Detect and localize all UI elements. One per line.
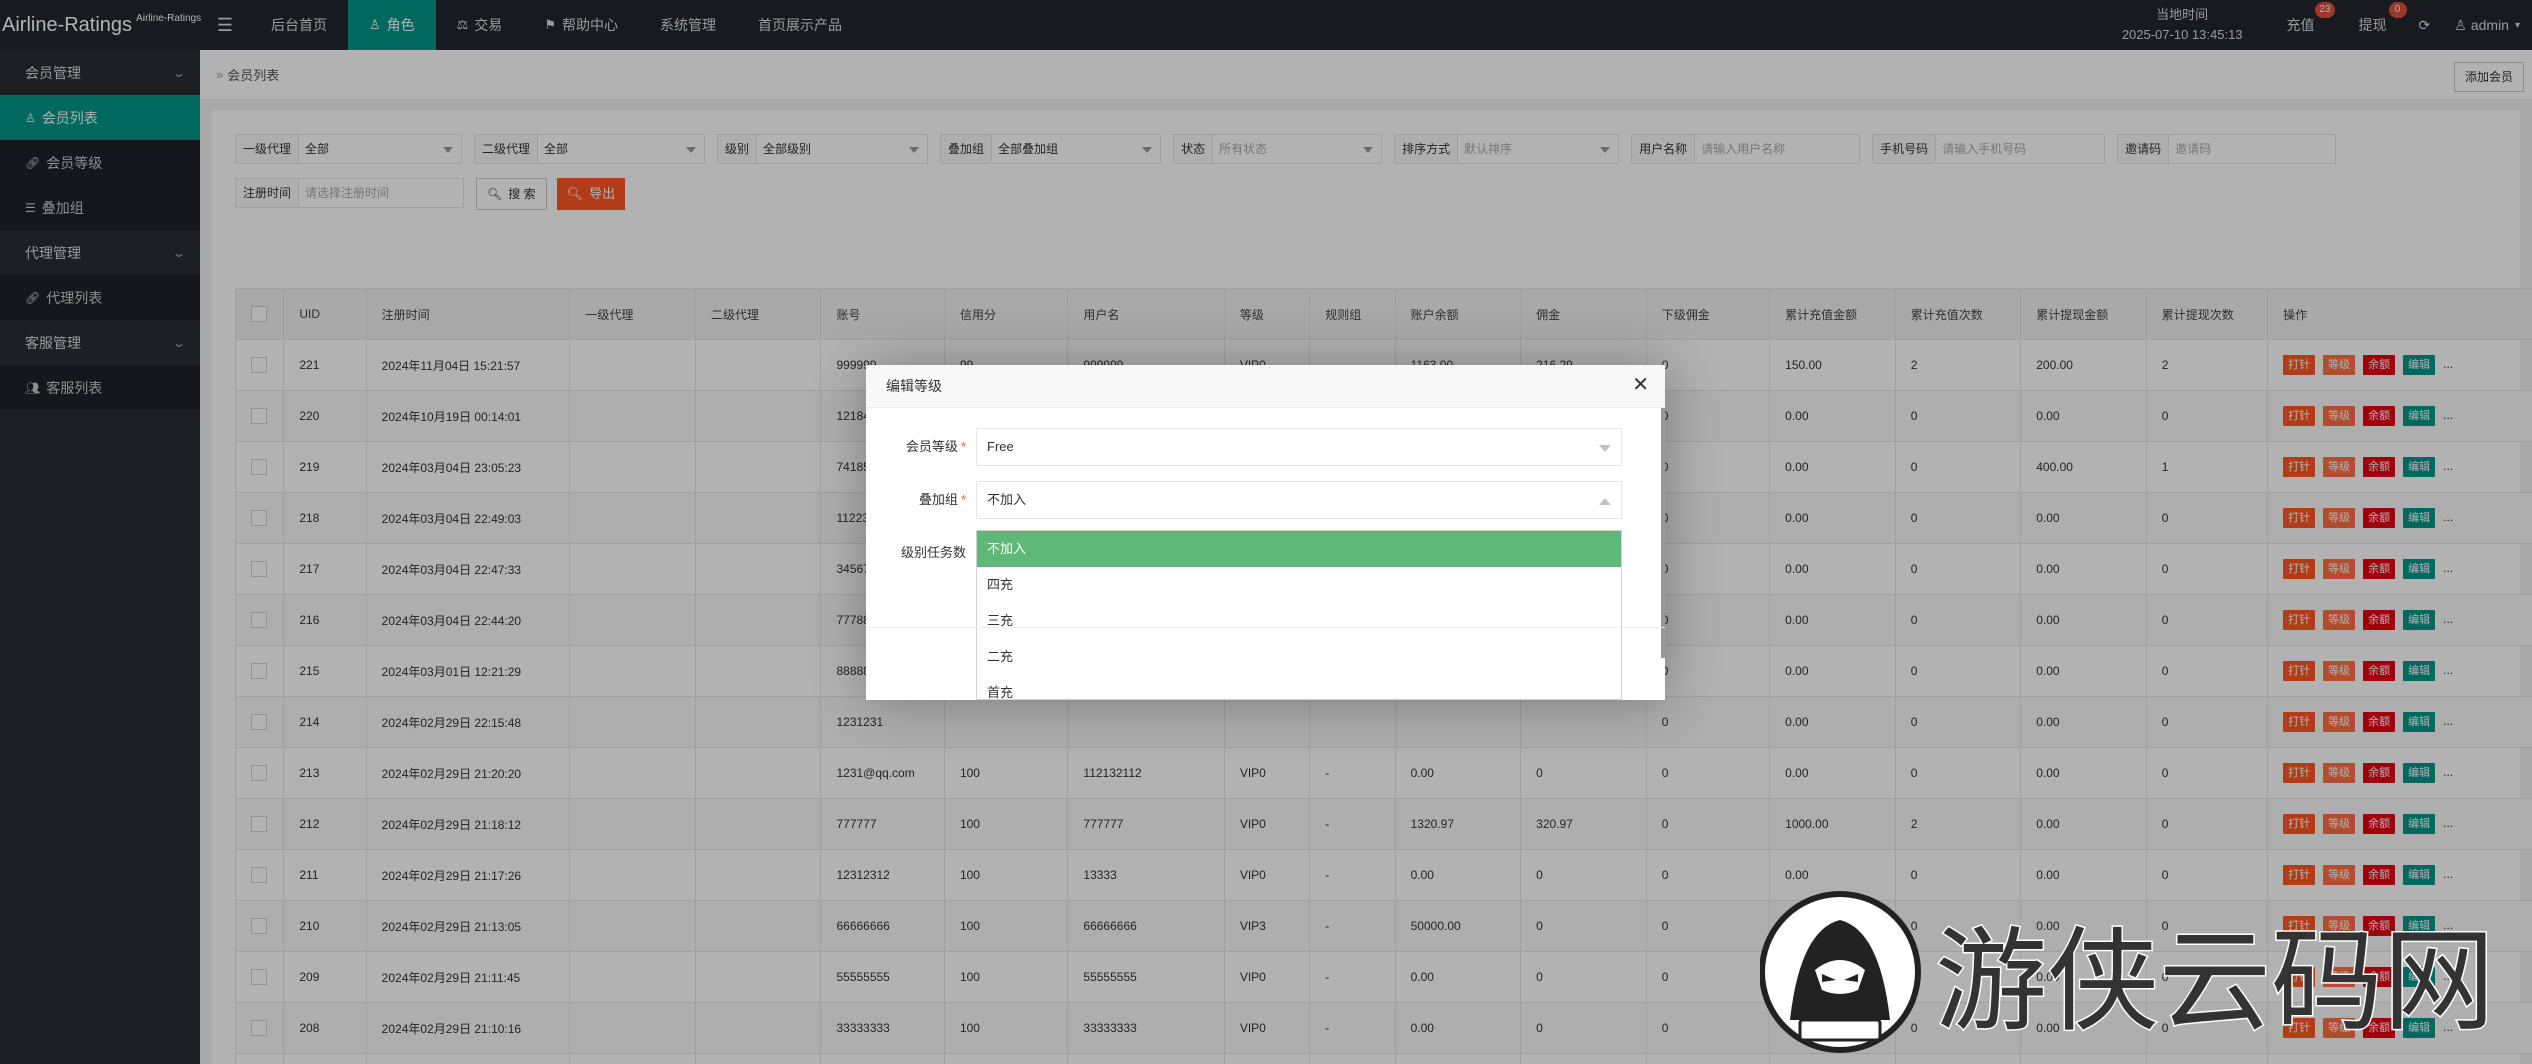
watermark-logo: 游侠云码网 bbox=[1760, 891, 2497, 1053]
stack-group-dropdown: 不加入 四充 三充 二充 首充 bbox=[976, 530, 1622, 700]
dialog-title: 编辑等级 bbox=[866, 365, 1665, 408]
dropdown-option[interactable]: 二充 bbox=[977, 639, 1621, 675]
dialog-scrollbar[interactable] bbox=[1661, 408, 1665, 658]
dropdown-option[interactable]: 不加入 bbox=[977, 531, 1621, 567]
edit-level-dialog: 编辑等级 ✕ 会员等级 * Free 叠加组 * 不加入 级别任务数 不加入 四充 … bbox=[866, 365, 1665, 700]
stack-group-select[interactable]: 不加入 bbox=[976, 481, 1622, 519]
dropdown-option[interactable]: 首充 bbox=[977, 675, 1621, 699]
watermark-text: 游侠云码网 bbox=[1935, 917, 2495, 1047]
stack-group-row: 叠加组 * 不加入 bbox=[866, 481, 1626, 519]
dropdown-option[interactable]: 三充 bbox=[977, 603, 1621, 639]
member-level-row: 会员等级 * Free bbox=[866, 428, 1626, 466]
chevron-down-icon bbox=[1599, 445, 1611, 452]
chevron-up-icon bbox=[1599, 498, 1611, 505]
member-level-select[interactable]: Free bbox=[976, 428, 1622, 466]
close-icon[interactable]: ✕ bbox=[1632, 375, 1649, 395]
dropdown-option[interactable]: 四充 bbox=[977, 567, 1621, 603]
